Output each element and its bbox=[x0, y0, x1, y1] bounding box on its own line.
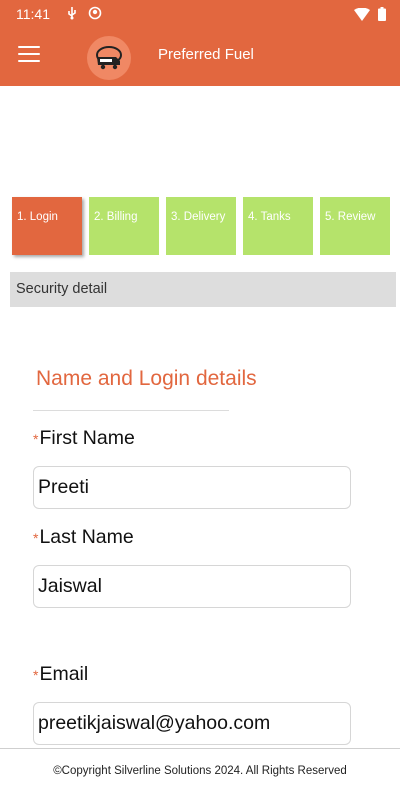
last-name-label: *Last Name bbox=[33, 526, 134, 549]
preferred-fuel-logo bbox=[87, 36, 131, 80]
recording-icon bbox=[88, 6, 102, 20]
status-bar: 11:41 bbox=[0, 0, 400, 28]
wifi-icon bbox=[354, 7, 370, 21]
required-marker: * bbox=[33, 530, 39, 546]
email-label: *Email bbox=[33, 663, 88, 686]
last-name-input[interactable] bbox=[33, 565, 351, 608]
form-title: Name and Login details bbox=[36, 367, 257, 390]
status-icons-right bbox=[354, 7, 386, 21]
app-bar: Preferred Fuel bbox=[0, 28, 400, 86]
step-tabs: 1. Login 2. Billing 3. Delivery 4. Tanks… bbox=[12, 197, 397, 255]
tab-tanks[interactable]: 4. Tanks bbox=[243, 197, 313, 255]
usb-debug-icon bbox=[68, 7, 76, 20]
footer: ©Copyright Silverline Solutions 2024. Al… bbox=[0, 748, 400, 800]
tab-review[interactable]: 5. Review bbox=[320, 197, 390, 255]
first-name-label: *First Name bbox=[33, 427, 135, 450]
hamburger-menu-icon bbox=[18, 46, 40, 62]
first-name-label-text: First Name bbox=[39, 427, 135, 449]
form-divider bbox=[33, 410, 229, 411]
first-name-input[interactable] bbox=[33, 466, 351, 509]
email-label-text: Email bbox=[39, 663, 89, 685]
email-input[interactable] bbox=[33, 702, 351, 745]
tab-billing[interactable]: 2. Billing bbox=[89, 197, 159, 255]
battery-icon bbox=[378, 7, 386, 21]
menu-button[interactable] bbox=[18, 46, 40, 64]
status-time: 11:41 bbox=[16, 6, 50, 22]
last-name-label-text: Last Name bbox=[39, 526, 134, 548]
tab-delivery[interactable]: 3. Delivery bbox=[166, 197, 236, 255]
app-title: Preferred Fuel bbox=[158, 46, 254, 63]
copyright-text: ©Copyright Silverline Solutions 2024. Al… bbox=[53, 765, 347, 777]
section-header: Security detail bbox=[10, 272, 396, 307]
tab-login[interactable]: 1. Login bbox=[12, 197, 82, 255]
required-marker: * bbox=[33, 667, 39, 683]
status-icons-left bbox=[66, 6, 102, 20]
fuel-truck-logo-icon bbox=[96, 46, 122, 70]
required-marker: * bbox=[33, 431, 39, 447]
